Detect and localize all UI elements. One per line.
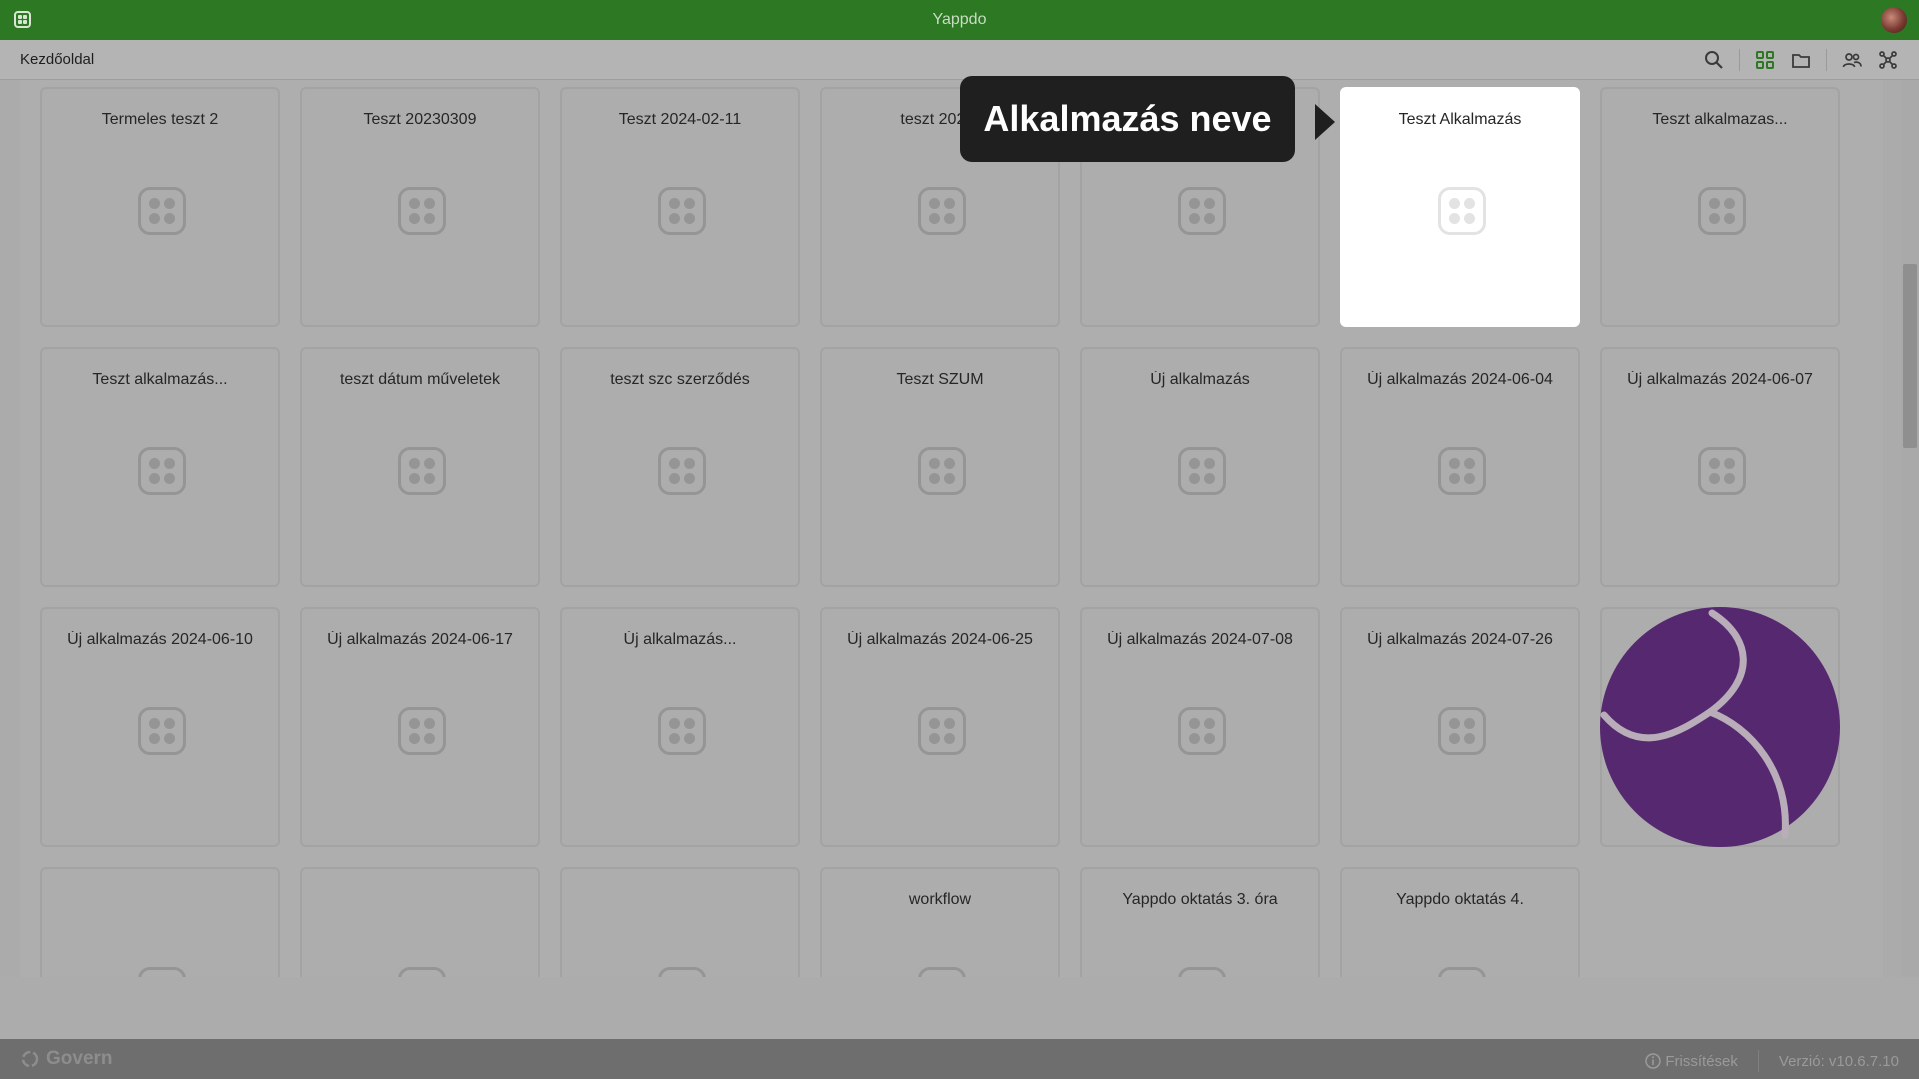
app-card[interactable]: workflow [820,867,1060,977]
app-card[interactable]: Yappdo oktatás 3. óra [1080,867,1320,977]
app-card-name: Teszt 2024-02-11 [618,111,742,128]
app-icon [138,707,186,755]
app-icon [1178,187,1226,235]
app-card[interactable]: Yappdo oktatás 4. [1340,867,1580,977]
app-card[interactable]: Új alkalmazás 2024-07-08 [1080,607,1320,847]
status-bar: Govern Frissítések Verzió: v10.6.7.10 [0,1039,1919,1079]
app-icon [1438,447,1486,495]
app-card-name: Új alkalmazás 2024-06-10 [67,631,253,648]
info-icon [1645,1053,1662,1069]
app-card-name: Yappdo oktatás 4. [1396,891,1524,908]
app-icon [1438,187,1486,235]
app-icon [1698,187,1746,235]
app-card[interactable]: Új alkalmazás 2024-07-26 [1340,607,1580,847]
app-card[interactable]: Teszt Alkalmazás [1340,87,1580,327]
title-bar: Yappdo [0,0,1919,40]
app-card-name: teszt dátum műveletek [339,371,501,388]
app-card-name: Termeles teszt 2 [101,111,219,128]
app-card[interactable]: Új alkalmazás... [560,607,800,847]
user-avatar[interactable] [1881,7,1907,33]
app-icon [1438,967,1486,977]
scrollbar[interactable] [1901,80,1919,977]
version-label: Verzió: v10.6.7.10 [1778,1052,1899,1070]
app-card-name: Teszt alkalmazás... [92,371,228,388]
app-card-name: Teszt Alkalmazás [1398,111,1522,128]
brand: Govern [20,1048,113,1070]
app-icon [658,447,706,495]
content-footer [0,977,1919,1039]
app-card-name: Yappdo oktatás 3. óra [1122,891,1278,908]
app-card[interactable]: Új alkalmazás 2024-06-10 [40,607,280,847]
app-card[interactable]: teszt dátum műveletek [300,347,540,587]
app-card[interactable]: teszt szc szerződés [560,347,800,587]
app-icon [1178,967,1226,977]
app-card-name: teszt szc szerződés [610,371,750,388]
app-icon [138,187,186,235]
app-icon [918,707,966,755]
app-card-name: Új alkalmazás [1150,371,1250,388]
app-icon [658,187,706,235]
app-card[interactable] [40,867,280,977]
tooltip: Alkalmazás neve [960,76,1335,162]
app-card[interactable] [560,867,800,977]
app-card[interactable]: Teszt 2024-02-11 [560,87,800,327]
app-icon [1178,707,1226,755]
app-icon [398,967,446,977]
app-card[interactable]: Teszt SZUM [820,347,1060,587]
loading-logo-icon [1600,607,1840,847]
app-icon [138,967,186,977]
app-icon [918,967,966,977]
app-icon [918,447,966,495]
window-title: Yappdo [932,11,987,28]
app-card[interactable] [300,867,540,977]
app-card-name: Új alkalmazás... [623,631,737,648]
app-card[interactable]: Teszt alkalmazás... [40,347,280,587]
app-card[interactable]: Új alkalmazás [1080,347,1320,587]
app-icon [398,187,446,235]
app-card[interactable]: Új alkalmazás 2024-06-17 [300,607,540,847]
brand-logo-icon [21,1050,39,1068]
app-card-name: Új alkalmazás 2024-06-04 [1367,371,1553,388]
app-card[interactable]: Termeles teszt 2 [40,87,280,327]
app-card[interactable]: Teszt alkalmazas... [1600,87,1840,327]
app-icon [1698,447,1746,495]
app-card[interactable]: Új alkalmazás 2024-06-07 [1600,347,1840,587]
tooltip-text: Alkalmazás neve [983,98,1272,139]
app-card-name: Teszt SZUM [896,371,984,388]
app-icon [1438,707,1486,755]
updates-link[interactable]: Frissítések [1645,1053,1738,1070]
app-card-name: Új alkalmazás 2024-07-08 [1107,631,1293,648]
app-card[interactable]: Teszt 20230309 [300,87,540,327]
app-card-name: Új alkalmazás 2024-06-25 [847,631,1033,648]
app-icon [138,447,186,495]
scrollbar-thumb[interactable] [1903,264,1917,448]
breadcrumb[interactable]: Kezdőoldal [20,51,94,68]
app-card-name: Teszt alkalmazas... [1652,111,1788,128]
app-card[interactable]: Új alkalmazás 2024-06-04 [1340,347,1580,587]
app-card-name: Teszt 20230309 [363,111,477,128]
search-icon[interactable] [1703,49,1725,71]
brand-name: Govern [46,1048,113,1069]
app-card-name: Új alkalmazás 2024-07-26 [1367,631,1553,648]
app-card-name: Új alkalmazás 2024-06-17 [327,631,513,648]
app-card-name: Új alkalmazás 2024-06-07 [1627,371,1813,388]
app-icon [398,707,446,755]
grid-view-icon[interactable] [1754,49,1776,71]
app-card[interactable]: Új alkalmazás 2024-06-25 [820,607,1060,847]
network-icon[interactable] [1877,49,1899,71]
app-icon [918,187,966,235]
app-card-name: workflow [908,891,972,908]
app-icon [658,967,706,977]
folder-icon[interactable] [1790,49,1812,71]
app-icon [398,447,446,495]
app-icon [658,707,706,755]
toolbar: Kezdőoldal [0,40,1919,80]
users-icon[interactable] [1841,49,1863,71]
updates-label[interactable]: Frissítések [1665,1053,1738,1070]
app-icon [1178,447,1226,495]
